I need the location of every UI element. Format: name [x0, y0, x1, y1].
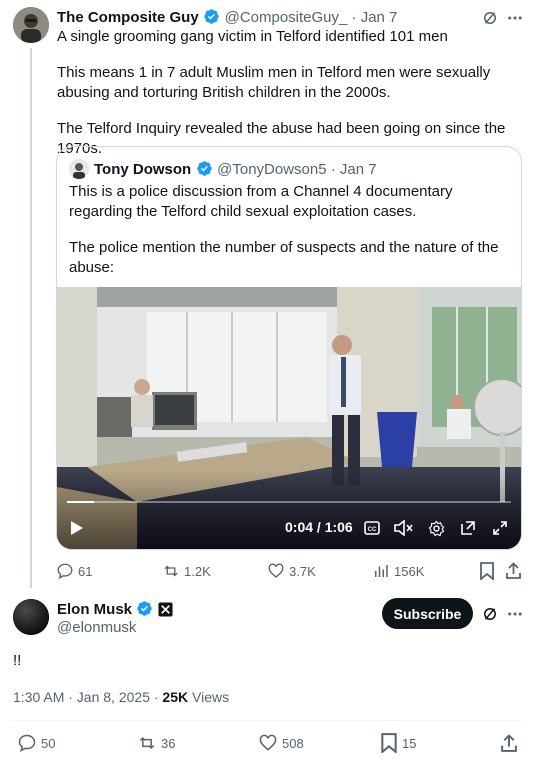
like-count: 3.7K — [289, 563, 316, 579]
reply-repost-count: 36 — [161, 735, 176, 751]
repost-icon — [139, 736, 155, 750]
reply-handle[interactable]: @elonmusk — [57, 619, 136, 636]
reply-like-button[interactable]: 508 — [258, 733, 304, 753]
video-progress-fill — [67, 501, 94, 503]
subscribe-button[interactable]: Subscribe — [382, 598, 473, 629]
share-icon — [501, 733, 517, 752]
video-frame-image — [57, 287, 521, 549]
video-time: 0:04 / 1:06 — [285, 519, 353, 535]
bookmark-icon — [480, 562, 494, 580]
elon-musk-avatar[interactable] — [13, 599, 49, 635]
pop-out-icon[interactable] — [458, 518, 478, 538]
handle-and-date[interactable]: @CompositeGuy_ · Jan 7 — [225, 9, 398, 26]
reply-verified-badge-icon — [136, 600, 153, 617]
reply-like-count: 508 — [282, 735, 304, 751]
reply-icon — [57, 563, 73, 580]
bookmark-icon — [381, 733, 397, 753]
reply-timestamp[interactable]: 1:30 AM · Jan 8, 2025 · — [13, 689, 162, 705]
quote-text-line-1: This is a police discussion from a Chann… — [69, 183, 453, 220]
repost-icon — [164, 565, 178, 577]
reply-views-label: Views — [188, 689, 230, 705]
reply-share-button[interactable] — [499, 733, 519, 753]
divider-top — [12, 720, 522, 721]
analytics-icon — [375, 565, 388, 577]
view-count: 156K — [394, 563, 425, 579]
reply-timestamp-row: 1:30 AM · Jan 8, 2025 · 25K Views — [13, 689, 229, 705]
bookmark-button[interactable] — [477, 561, 497, 581]
reply-bookmark-count: 15 — [402, 735, 417, 751]
verified-badge-icon — [203, 8, 220, 25]
reply-text: !! — [13, 652, 22, 669]
reply-grok-icon[interactable] — [480, 604, 500, 624]
video-player[interactable]: 0:04 / 1:06 CC — [57, 287, 521, 549]
more-options-icon[interactable] — [505, 8, 525, 28]
grok-icon[interactable] — [480, 8, 500, 28]
reply-reply-button[interactable]: 50 — [17, 733, 55, 753]
reply-button[interactable]: 61 — [56, 562, 92, 580]
repost-button[interactable]: 1.2K — [162, 562, 211, 580]
reply-icon — [18, 734, 36, 752]
video-progress-track[interactable] — [67, 501, 511, 503]
reply-count: 61 — [78, 563, 93, 579]
reply-author-name[interactable]: Elon Musk — [57, 601, 132, 618]
x-affiliate-badge-icon — [158, 602, 173, 617]
mute-icon[interactable] — [393, 518, 415, 538]
reply-repost-button[interactable]: 36 — [137, 733, 175, 753]
quoted-tweet-card[interactable]: Tony Dowson @TonyDowson5 · Jan 7 This is… — [56, 146, 522, 550]
thread-connector — [30, 48, 32, 588]
tony-dowson-avatar — [69, 159, 89, 179]
quote-verified-badge-icon — [196, 160, 213, 177]
views-button[interactable]: 156K — [372, 562, 424, 580]
author-name[interactable]: The Composite Guy — [57, 9, 199, 26]
reply-reply-count: 50 — [41, 735, 56, 751]
settings-icon[interactable] — [426, 518, 446, 538]
tweet-text-line-2: This means 1 in 7 adult Muslim men in Te… — [57, 64, 491, 101]
captions-icon[interactable]: CC — [362, 518, 382, 538]
heart-icon — [259, 734, 277, 751]
share-button[interactable] — [503, 561, 523, 581]
repost-count: 1.2K — [184, 563, 211, 579]
quote-handle-and-date: @TonyDowson5 · Jan 7 — [217, 161, 377, 178]
heart-icon — [268, 563, 284, 578]
share-icon — [505, 562, 521, 579]
composite-guy-avatar[interactable] — [13, 7, 49, 43]
reply-more-options-icon[interactable] — [505, 604, 525, 624]
reply-views-count: 25K — [162, 689, 189, 705]
svg-text:CC: CC — [368, 527, 377, 533]
play-icon[interactable] — [67, 517, 87, 539]
reply-bookmark-button[interactable]: 15 — [380, 733, 416, 753]
tweet-text-line-1: A single grooming gang victim in Telford… — [57, 28, 448, 45]
quote-text-line-2: The police mention the number of suspect… — [69, 239, 499, 276]
quote-author-name: Tony Dowson — [94, 161, 192, 178]
like-button[interactable]: 3.7K — [267, 562, 316, 580]
fullscreen-icon[interactable] — [490, 518, 510, 538]
